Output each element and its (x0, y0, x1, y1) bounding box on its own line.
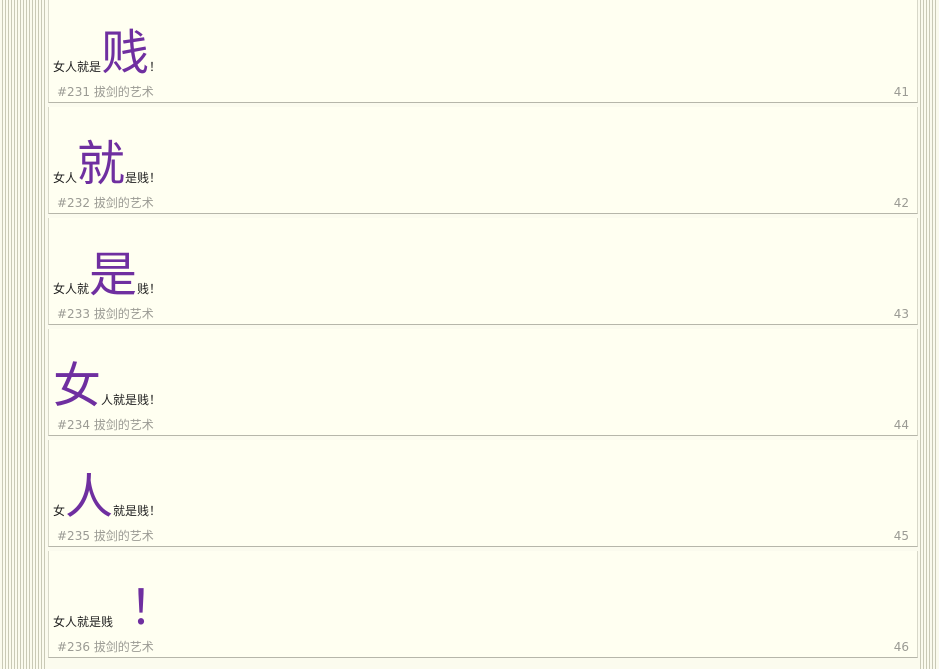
page-number: 42 (893, 196, 909, 210)
post-content: 女人就 是 贱！ (53, 219, 161, 299)
post-highlight-character: 就 (77, 136, 126, 192)
post-card-233[interactable]: 女人就 是 贱！ #233 拔剑的艺术 43 (48, 215, 918, 325)
page-number: 46 (893, 640, 909, 654)
post-meta[interactable]: #233 拔剑的艺术 (57, 307, 154, 321)
post-meta[interactable]: #234 拔剑的艺术 (57, 418, 154, 432)
post-text-before: 女人就是 (53, 60, 102, 74)
post-text-after: 就是贱！ (113, 504, 162, 518)
post-meta[interactable]: #232 拔剑的艺术 (57, 196, 154, 210)
post-content: 女人就是贱 ！ (53, 552, 177, 632)
page-number: 44 (893, 418, 909, 432)
post-highlight-character: 是 (89, 247, 138, 303)
post-text-before: 女人就 (53, 282, 90, 296)
post-text-after: 人就是贱！ (101, 393, 162, 407)
post-highlight-character: ！ (129, 580, 178, 636)
post-card-236[interactable]: 女人就是贱 ！ #236 拔剑的艺术 46 (48, 548, 918, 658)
post-content: 女人 就 是贱！ (53, 108, 161, 188)
post-text-before: 女人就是贱 (53, 615, 114, 629)
post-meta[interactable]: #236 拔剑的艺术 (57, 640, 154, 654)
post-highlight-character: 女 (53, 358, 102, 414)
post-text-after: 是贱！ (125, 171, 162, 185)
page-number: 45 (893, 529, 909, 543)
post-highlight-character: 贱 (101, 25, 150, 81)
post-meta[interactable]: #235 拔剑的艺术 (57, 529, 154, 543)
post-card-232[interactable]: 女人 就 是贱！ #232 拔剑的艺术 42 (48, 104, 918, 214)
page-number: 41 (893, 85, 909, 99)
left-page-stack-lines (0, 0, 45, 669)
post-text-before: 女人 (53, 171, 78, 185)
post-text-after: 贱！ (137, 282, 162, 296)
page-number: 43 (893, 307, 909, 321)
post-text-after: ！ (149, 60, 162, 74)
post-highlight-character: 人 (65, 469, 114, 525)
post-meta[interactable]: #231 拔剑的艺术 (57, 85, 154, 99)
post-text-before: 女 (53, 504, 66, 518)
post-content: 女 人 就是贱！ (53, 441, 161, 521)
reader-stage: 女人就是 贱 ！ #231 拔剑的艺术 41 女人 就 是贱！ #232 拔剑的… (0, 0, 939, 669)
post-content: 女人就是 贱 ！ (53, 0, 161, 77)
post-card-234[interactable]: 女 人就是贱！ #234 拔剑的艺术 44 (48, 326, 918, 436)
right-page-stack-lines (918, 0, 939, 669)
post-card-231[interactable]: 女人就是 贱 ！ #231 拔剑的艺术 41 (48, 0, 918, 103)
post-card-235[interactable]: 女 人 就是贱！ #235 拔剑的艺术 45 (48, 437, 918, 547)
post-feed: 女人就是 贱 ！ #231 拔剑的艺术 41 女人 就 是贱！ #232 拔剑的… (48, 0, 918, 659)
post-content: 女 人就是贱！ (53, 330, 161, 410)
